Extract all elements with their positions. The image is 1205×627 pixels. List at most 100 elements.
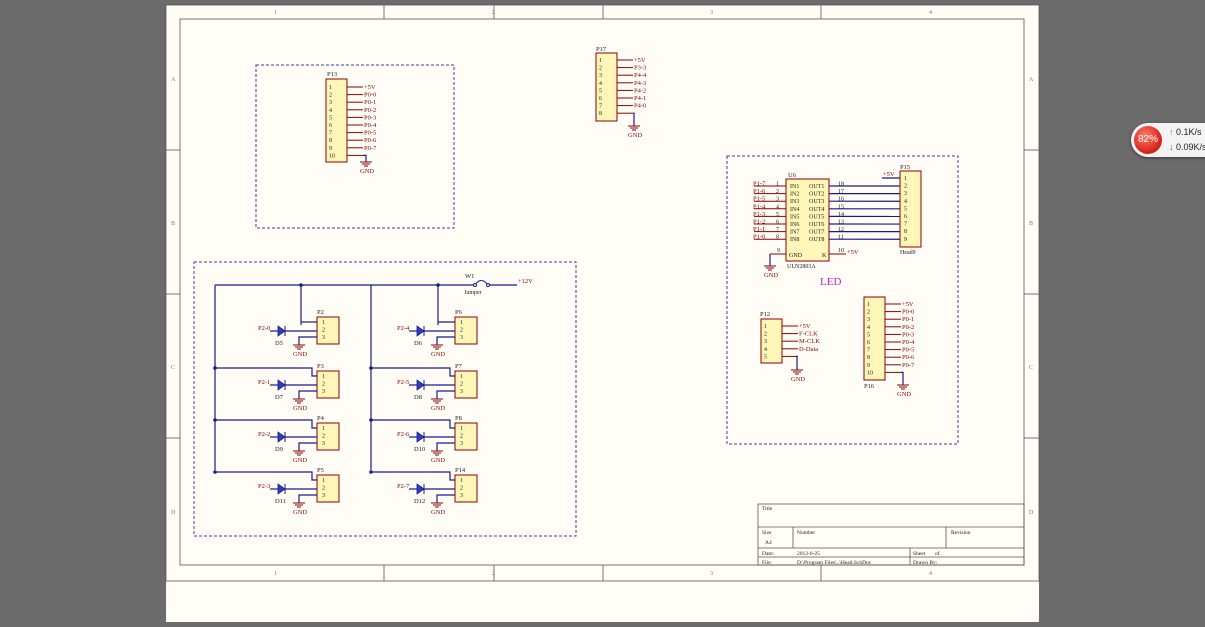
upload-rate: ↑ 0.1K/s — [1169, 127, 1202, 137]
pin-number: 9 — [867, 363, 870, 369]
cpu-usage-gauge[interactable]: 82% — [1134, 126, 1162, 154]
ic-u6: U6 1 P1-7 IN1 OUT1 18 2 P1-6 IN2 OUT2 17 3 P1-5 IN3 O… — [753, 172, 901, 279]
pin-number: 3 — [322, 389, 325, 395]
ground-symbol: GND — [293, 502, 307, 516]
net-label: +5V — [799, 323, 811, 330]
net-label: P4-2 — [634, 87, 646, 94]
diode-designator: D6 — [414, 340, 423, 347]
gnd-label: GND — [293, 509, 307, 516]
pin-number: 5 — [867, 332, 870, 338]
pin-number: 1 — [904, 176, 907, 182]
zone-column-label: 1 — [274, 571, 277, 577]
schematic-drawing: 11223344A AB BC CD D P13 1 +5V2 P0-03 P0-14 P0-2… — [165, 4, 1040, 582]
gnd-label: GND — [293, 457, 307, 464]
u6-input-label: IN2 — [790, 192, 799, 198]
ground-wire — [901, 371, 904, 385]
net-label: M-CLK — [799, 338, 820, 345]
pin-number: 4 — [329, 108, 332, 114]
ground-wire — [298, 442, 317, 451]
diode-net-label: P2-2 — [258, 431, 270, 438]
pin-number: 2 — [322, 434, 325, 440]
net-label: P4-3 — [634, 80, 646, 87]
pin-number: 4 — [599, 81, 602, 87]
pin-number: 2 — [322, 486, 325, 492]
zone-row-label: A — [1029, 77, 1034, 83]
u6-input-pin-number: 2 — [776, 189, 779, 195]
ground-wire — [298, 390, 317, 399]
pin-number: 3 — [904, 191, 907, 197]
gnd-label: GND — [293, 351, 307, 358]
net-label: P0-2 — [902, 324, 914, 331]
u6-output-pin-number: 11 — [838, 235, 844, 241]
u6-k-net-label: +5V — [847, 249, 859, 256]
p17-designator: P17 — [596, 46, 607, 53]
pin-number: 9 — [904, 237, 907, 243]
gnd-label: GND — [431, 405, 445, 412]
connector-p15: P15 Head9 1 23 45 6 78 9 +5V — [882, 164, 922, 256]
diode-icon — [416, 379, 425, 391]
pin-number: 3 — [460, 389, 463, 395]
u6-input-pin-number: 5 — [776, 212, 779, 218]
u6-part-name: ULN2803A — [787, 264, 816, 270]
diode-net-label: P2-5 — [397, 379, 409, 386]
pin-number: 2 — [329, 93, 332, 99]
zone-column-label: 2 — [492, 571, 495, 577]
u6-output-label: OUT5 — [809, 214, 824, 220]
number-label: Number — [797, 530, 815, 536]
pin-number: 3 — [867, 317, 870, 323]
pin-number: 1 — [764, 324, 767, 330]
u6-input-net-label: P1-3 — [753, 211, 765, 218]
ground-symbol: GND — [764, 265, 778, 279]
u6-input-pin-number: 1 — [776, 182, 779, 188]
u6-input-net-label: P1-1 — [753, 226, 765, 233]
w1-part-name: Jumper — [464, 290, 482, 296]
ground-symbol: GND — [431, 450, 445, 464]
ground-wire — [298, 336, 317, 345]
pin-number: 2 — [460, 328, 463, 334]
pin-number: 5 — [599, 88, 602, 94]
connector-designator: P14 — [455, 467, 466, 474]
pin-number: 6 — [329, 123, 332, 129]
pin-number: 2 — [460, 434, 463, 440]
p15-designator: P15 — [900, 164, 910, 171]
pin-number: 3 — [322, 493, 325, 499]
u6-output-pin-number: 18 — [838, 182, 844, 188]
ground-symbol: GND — [293, 450, 307, 464]
pin-number: 5 — [904, 206, 907, 212]
zone-column-label: 4 — [929, 10, 932, 16]
ground-symbol: GND — [431, 502, 445, 516]
u6-output-label: OUT4 — [809, 207, 824, 213]
diode-icon — [277, 431, 286, 443]
pin-number: 3 — [460, 335, 463, 341]
net-label: P0-1 — [364, 99, 376, 106]
network-monitor-widget[interactable]: 82% ↑ 0.1K/s ↓ 0.09K/s — [1131, 123, 1205, 157]
pin-number: 1 — [599, 58, 602, 64]
diode-designator: D12 — [414, 498, 425, 505]
u6-k-label: K — [822, 253, 827, 259]
pin-number: 2 — [764, 332, 767, 338]
net-label: +5V — [883, 171, 895, 178]
connector-body — [454, 474, 478, 503]
connector-p16: P16 1 +5V 2 P0-0 3 P0-1 4 P0-2 5 P0-3 6 P0-4 7 P0-5 8 P… — [863, 296, 915, 398]
u6-input-label: IN3 — [790, 199, 799, 205]
file-label: File: — [762, 560, 773, 566]
net-label: D-Data — [799, 346, 818, 353]
net-label: P0-7 — [364, 145, 377, 152]
pin-number: 1 — [322, 374, 325, 380]
feed-wire — [215, 419, 317, 429]
pin-number: 7 — [329, 131, 332, 137]
pin-number: 1 — [460, 374, 463, 380]
ground-wire — [298, 494, 317, 503]
connector-designator: P8 — [455, 415, 462, 422]
u6-input-net-label: P1-0 — [753, 234, 765, 241]
ground-symbol: GND — [293, 344, 307, 358]
pin-number: 4 — [867, 325, 870, 331]
junction-dot — [436, 283, 440, 287]
ground-wire — [436, 442, 455, 451]
led-label: LED — [820, 276, 841, 288]
p13-group-box — [255, 64, 455, 229]
pin-number: 4 — [904, 199, 907, 205]
diode-icon — [277, 379, 286, 391]
connector-p13: P13 1 +5V 2 P0-0 3 P0-1 4 P0-2 5 P0-3 6 P0-4 7 P0-5 8 P… — [325, 71, 377, 175]
diode-designator: D8 — [414, 394, 422, 401]
